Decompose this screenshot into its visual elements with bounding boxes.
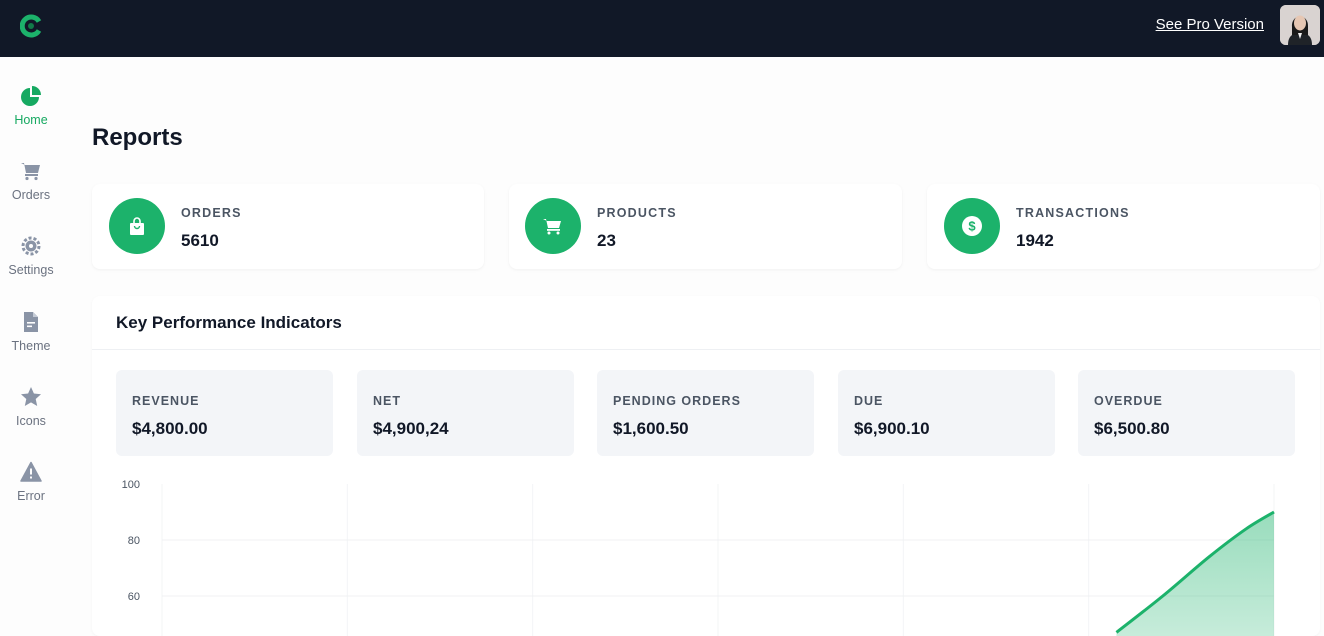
sidebar-item-settings[interactable]: Settings xyxy=(0,235,62,277)
stat-value: 5610 xyxy=(181,231,219,250)
y-tick-label: 80 xyxy=(128,535,140,547)
sidebar: Home Orders Settings Theme Icons Error xyxy=(0,57,62,633)
stat-value: 1942 xyxy=(1016,231,1054,250)
stat-card-transactions: $ TRANSACTIONS 1942 xyxy=(927,184,1320,269)
stat-label: TRANSACTIONS xyxy=(1016,206,1130,220)
see-pro-version-link[interactable]: See Pro Version xyxy=(1156,16,1264,33)
stat-card-products: PRODUCTS 23 xyxy=(509,184,902,269)
cart-icon xyxy=(20,160,42,182)
shopping-bag-icon xyxy=(130,217,144,235)
page-title: Reports xyxy=(92,124,183,151)
sidebar-item-home[interactable]: Home xyxy=(0,85,62,127)
brand-logo-icon[interactable] xyxy=(20,14,44,38)
stat-label: ORDERS xyxy=(181,206,242,220)
series-area xyxy=(1116,512,1274,636)
top-navbar: See Pro Version xyxy=(0,0,1324,57)
sidebar-item-label: Theme xyxy=(11,339,51,353)
stat-label: PRODUCTS xyxy=(597,206,677,220)
sidebar-item-label: Error xyxy=(17,489,45,503)
stat-icon-circle xyxy=(109,198,165,254)
sidebar-item-error[interactable]: Error xyxy=(0,461,62,503)
y-tick-label: 100 xyxy=(122,479,140,491)
dollar-icon: $ xyxy=(962,216,982,236)
kpi-panel: Key Performance Indicators REVENUE $4,80… xyxy=(92,296,1320,636)
user-avatar[interactable] xyxy=(1280,5,1320,45)
sidebar-item-orders[interactable]: Orders xyxy=(0,160,62,202)
stat-icon-circle xyxy=(525,198,581,254)
sidebar-item-label: Orders xyxy=(11,188,51,202)
stat-value: 23 xyxy=(597,231,616,250)
sidebar-item-label: Icons xyxy=(16,414,46,428)
star-icon xyxy=(20,386,42,408)
svg-text:$: $ xyxy=(968,219,976,234)
sidebar-item-label: Settings xyxy=(8,263,54,277)
sidebar-item-icons[interactable]: Icons xyxy=(0,386,62,428)
kpi-area-chart: 100 80 60 xyxy=(122,479,1275,636)
y-tick-label: 60 xyxy=(128,591,140,603)
sidebar-item-label: Home xyxy=(14,113,48,127)
sidebar-item-theme[interactable]: Theme xyxy=(0,311,62,353)
warning-icon xyxy=(20,461,42,483)
cart-icon xyxy=(543,219,561,235)
pie-chart-icon xyxy=(20,85,42,107)
document-icon xyxy=(20,311,42,333)
stat-card-orders: ORDERS 5610 xyxy=(92,184,484,269)
gear-icon xyxy=(20,235,42,257)
stat-icon-circle: $ xyxy=(944,198,1000,254)
